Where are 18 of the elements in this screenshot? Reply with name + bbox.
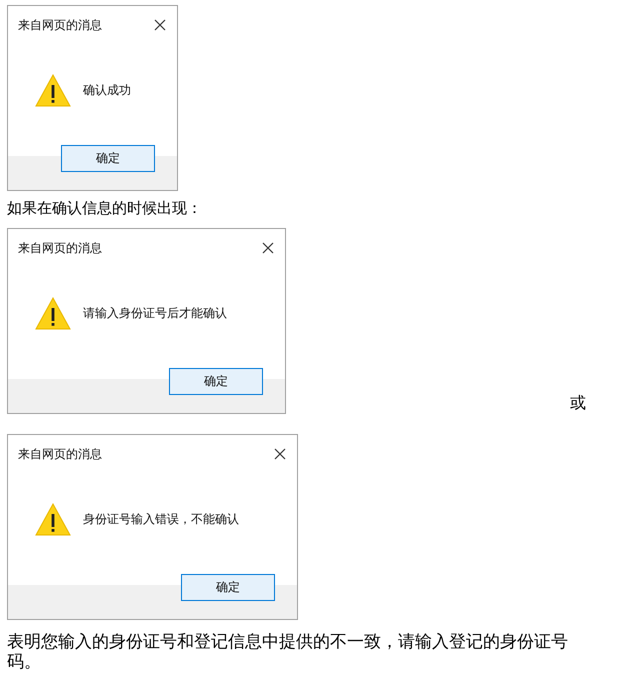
dialog-message: 确认成功 [83,82,131,99]
note-text: 表明您输入的身份证号和登记信息中提供的不一致，请输入登记的身份证号码。 [7,632,569,672]
dialog-message: 请输入身份证号后才能确认 [83,305,227,322]
dialog-message: 身份证号输入错误，不能确认 [83,511,239,528]
close-icon[interactable] [154,19,166,31]
dialog-title: 来自网页的消息 [18,240,102,256]
caption-text: 如果在确认信息的时候出现： [7,199,203,219]
dialog-title: 来自网页的消息 [18,446,102,462]
warning-icon [35,297,71,330]
close-icon[interactable] [262,242,274,254]
warning-icon [35,74,71,107]
ok-button[interactable]: 确定 [181,574,275,601]
separator-text: 或 [570,394,586,414]
ok-button[interactable]: 确定 [169,368,263,395]
close-icon[interactable] [274,448,286,460]
warning-icon [35,503,71,536]
ok-button[interactable]: 确定 [61,145,155,172]
dialog-title: 来自网页的消息 [18,16,102,34]
